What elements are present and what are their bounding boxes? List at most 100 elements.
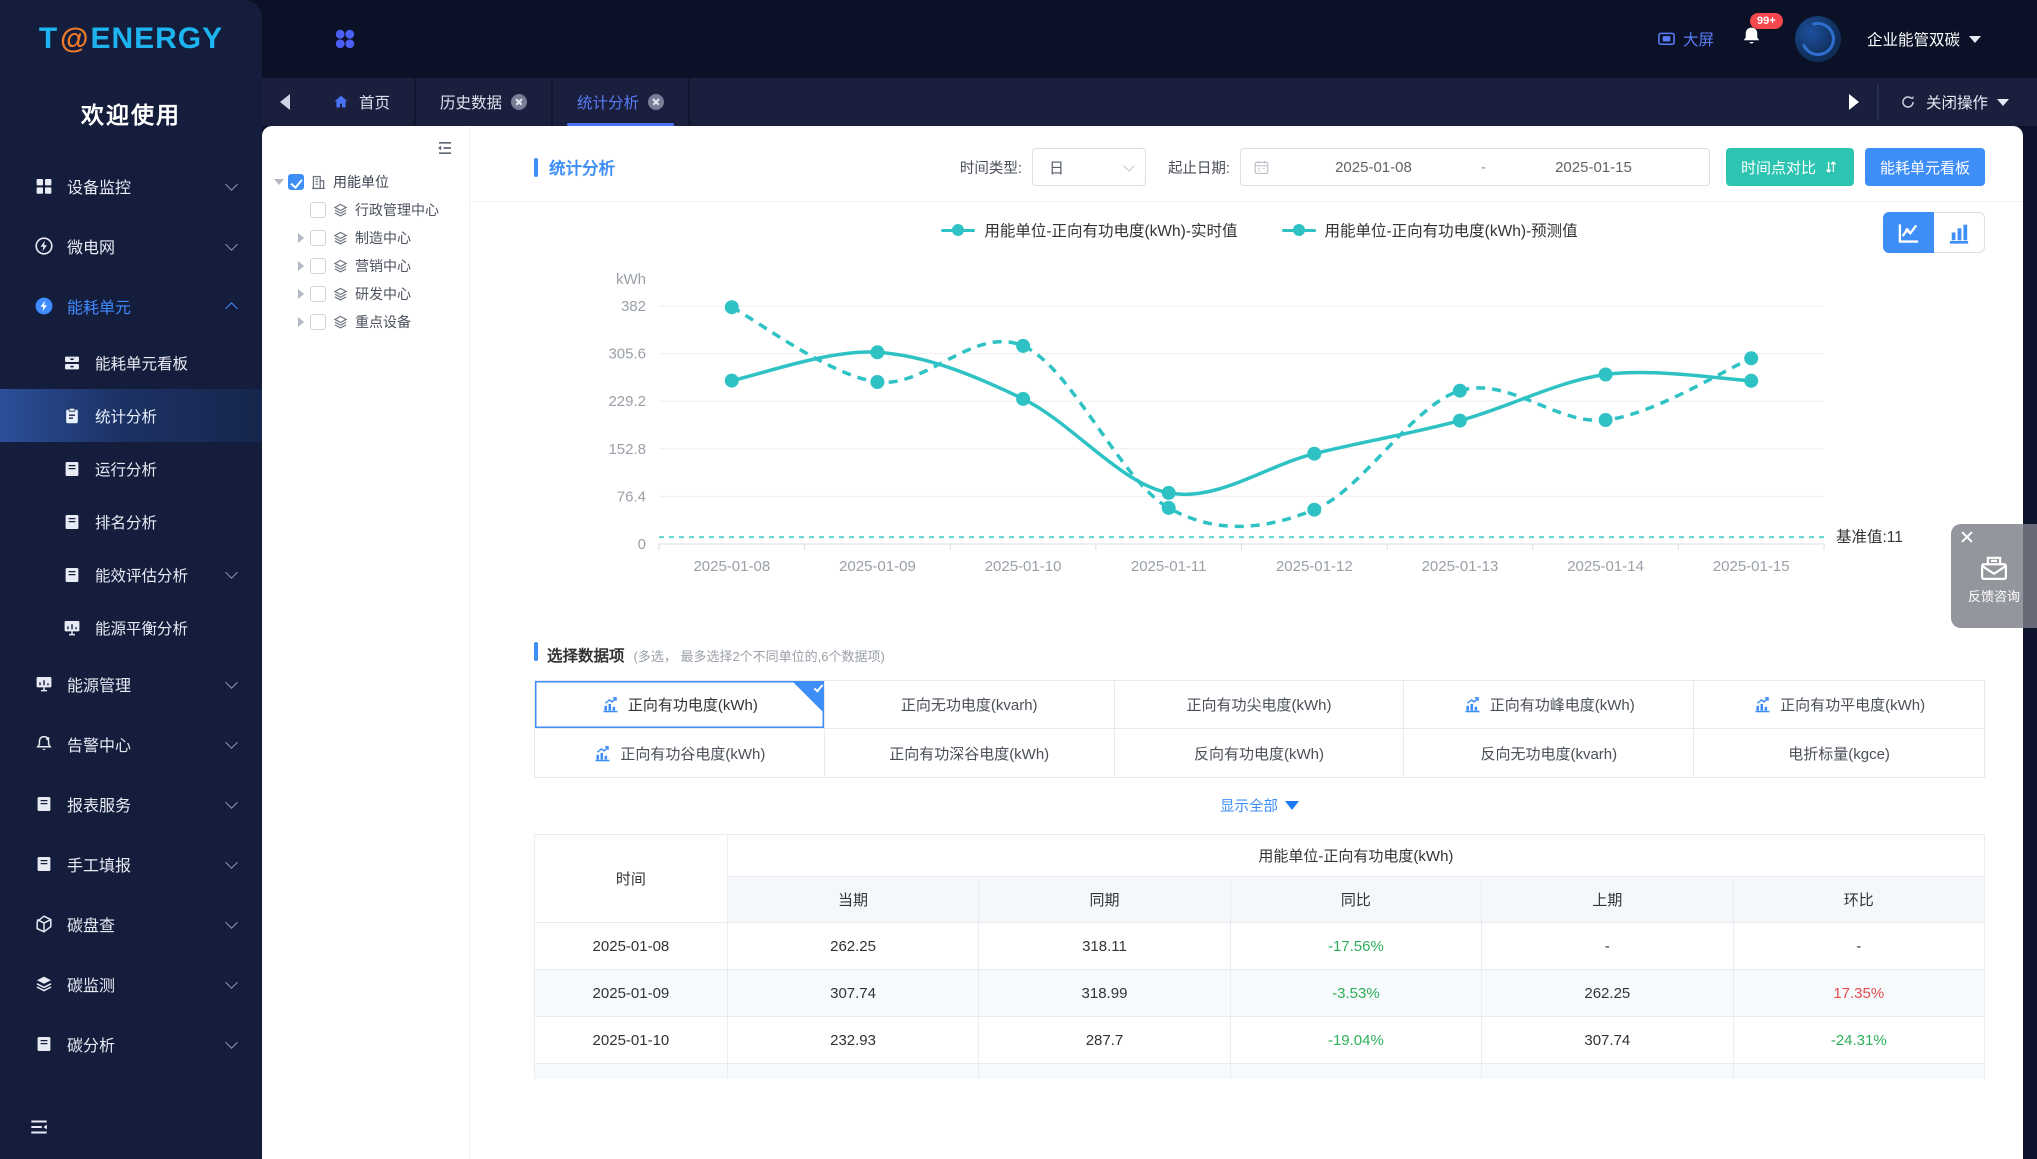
feedback-widget[interactable]: 反馈咨询 xyxy=(1951,524,2037,628)
tree-item-4[interactable]: 重点设备 xyxy=(276,308,463,336)
sidebar-item-7[interactable]: 能效评估分析 xyxy=(0,548,262,601)
collapse-panel-icon[interactable] xyxy=(435,138,455,158)
svg-text:76.4: 76.4 xyxy=(617,488,646,505)
chart-bars-icon xyxy=(593,744,612,763)
close-icon[interactable] xyxy=(1960,530,1974,544)
sidebar-item-10[interactable]: 告警中心 xyxy=(0,714,262,774)
data-item-9[interactable]: 电折标量(kgce) xyxy=(1694,729,1984,777)
chevron-down-icon xyxy=(225,735,238,749)
sidebar-item-label: 碳监测 xyxy=(67,978,116,995)
table-sub-header: 环比 xyxy=(1732,876,1985,923)
caret-icon[interactable] xyxy=(274,179,284,185)
sidebar-item-2[interactable]: 能耗单元 xyxy=(0,276,262,336)
svg-text:2025-01-15: 2025-01-15 xyxy=(1713,558,1790,575)
svg-text:kWh: kWh xyxy=(616,271,646,288)
statistics-table-wrap: 时间 用能单位-正向有功电度(kWh) 当期 同期 同比 上期 环比 2025-01-08 26… xyxy=(534,834,1985,1079)
sidebar-item-9[interactable]: 能源管理 xyxy=(0,654,262,714)
data-item-0[interactable]: 正向有功电度(kWh) xyxy=(535,681,825,729)
refresh-icon xyxy=(1899,93,1917,111)
tab-close-icon[interactable] xyxy=(511,94,528,110)
line-chart-toggle-button[interactable] xyxy=(1883,212,1934,253)
sidebar-item-3[interactable]: 能耗单元看板 xyxy=(0,336,262,389)
show-all-toggle[interactable]: 显示全部 xyxy=(534,795,1985,816)
svg-text:2025-01-14: 2025-01-14 xyxy=(1567,558,1644,575)
time-type-select[interactable]: 日 xyxy=(1031,148,1146,186)
tree-layers-icon xyxy=(332,202,349,219)
energy-unit-board-button[interactable]: 能耗单元看板 xyxy=(1864,148,1985,186)
tree-item-0[interactable]: 行政管理中心 xyxy=(276,196,463,224)
data-item-7[interactable]: 反向有功电度(kWh) xyxy=(1114,729,1405,777)
sidebar-item-label: 运行分析 xyxy=(95,461,158,479)
sidebar-item-11[interactable]: 报表服务 xyxy=(0,774,262,834)
checkbox[interactable] xyxy=(310,258,326,274)
sidebar-item-6[interactable]: 排名分析 xyxy=(0,495,262,548)
sidebar-item-13[interactable]: 碳盘查 xyxy=(0,894,262,954)
table-sub-header: 上期 xyxy=(1481,876,1734,923)
big-screen-button[interactable]: 大屏 xyxy=(1657,28,1714,50)
svg-text:2025-01-12: 2025-01-12 xyxy=(1276,558,1353,575)
tree-item-2[interactable]: 营销中心 xyxy=(276,252,463,280)
table-sub-header: 同比 xyxy=(1229,876,1483,923)
data-item-1[interactable]: 正向无功电度(kvarh) xyxy=(824,681,1115,729)
sidebar-item-12[interactable]: 手工填报 xyxy=(0,834,262,894)
sidebar-item-8[interactable]: 能源平衡分析 xyxy=(0,601,262,654)
date-end-value[interactable]: 2025-01-15 xyxy=(1490,159,1697,176)
sidebar-item-1[interactable]: 微电网 xyxy=(0,216,262,276)
page-title: 统计分析 xyxy=(534,155,615,179)
sidebar-item-15[interactable]: 碳分析 xyxy=(0,1014,262,1074)
svg-text:305.6: 305.6 xyxy=(608,346,646,363)
sidebar-item-label: 手工填报 xyxy=(67,858,132,875)
triangle-down-icon xyxy=(1285,801,1299,810)
close-operations-dropdown[interactable]: 关闭操作 xyxy=(1879,78,2037,126)
data-item-6[interactable]: 正向有功深谷电度(kWh) xyxy=(824,729,1115,777)
checkbox-checked[interactable] xyxy=(288,174,304,190)
table-sub-header: 当期 xyxy=(726,876,980,923)
tab-1[interactable]: 统计分析 xyxy=(553,78,691,126)
chart-bars-icon xyxy=(1753,695,1772,714)
bar-chart-toggle-button[interactable] xyxy=(1934,212,1985,253)
tree-item-1[interactable]: 制造中心 xyxy=(276,224,463,252)
sidebar-item-4[interactable]: 统计分析 xyxy=(0,389,262,442)
data-item-4[interactable]: 正向有功平电度(kWh) xyxy=(1694,681,1984,729)
checkbox[interactable] xyxy=(310,202,326,218)
legend-item-1[interactable]: 用能单位-正向有功电度(kWh)-预测值 xyxy=(1281,219,1578,241)
tab-0[interactable]: 历史数据 xyxy=(416,78,554,126)
date-range-picker[interactable]: 2025-01-08 - 2025-01-15 xyxy=(1239,148,1710,186)
notification-button[interactable]: 99+ xyxy=(1740,13,1783,53)
sidebar-item-5[interactable]: 运行分析 xyxy=(0,442,262,495)
caret-icon xyxy=(298,205,304,215)
tab-home[interactable]: 首页 xyxy=(308,78,417,126)
data-item-5[interactable]: 正向有功谷电度(kWh) xyxy=(535,729,825,777)
page-scrollbar[interactable] xyxy=(2023,126,2037,1159)
main-column: 大屏 99+ 企业能管双碳 首页 历史数据 统计分析 关闭操作 用能单位 行政管… xyxy=(262,0,2037,1159)
legend-item-0[interactable]: 用能单位-正向有功电度(kWh)-实时值 xyxy=(941,219,1238,241)
tabs-forward-button[interactable] xyxy=(1831,78,1877,126)
org-dropdown[interactable]: 企业能管双碳 xyxy=(1867,28,1981,50)
date-start-value[interactable]: 2025-01-08 xyxy=(1270,159,1477,176)
tabs-back-button[interactable] xyxy=(262,78,308,126)
time-point-compare-button[interactable]: 时间点对比 xyxy=(1725,148,1854,186)
avatar[interactable] xyxy=(1794,16,1841,62)
cube-icon xyxy=(34,914,54,934)
toolbar: 统计分析 时间类型: 日 起止日期: 2025-01-08 - 2025-01-… xyxy=(534,146,1985,188)
caret-icon[interactable] xyxy=(298,317,304,327)
tab-close-icon[interactable] xyxy=(648,94,665,110)
caret-icon[interactable] xyxy=(298,289,304,299)
apps-grid-icon[interactable] xyxy=(332,26,358,52)
data-item-3[interactable]: 正向有功峰电度(kWh) xyxy=(1404,681,1695,729)
unit-tree-panel: 用能单位 行政管理中心 制造中心 营销中心 研发中心 重点设备 xyxy=(262,126,470,1159)
tree-root-row[interactable]: 用能单位 xyxy=(274,168,463,196)
caret-icon[interactable] xyxy=(298,233,304,243)
checkbox[interactable] xyxy=(310,314,326,330)
logo-text-rest: ENERGY xyxy=(90,22,224,55)
data-item-8[interactable]: 反向无功电度(kvarh) xyxy=(1404,729,1695,777)
collapse-sidebar-icon[interactable] xyxy=(28,1116,50,1138)
sidebar-item-0[interactable]: 设备监控 xyxy=(0,156,262,216)
checkbox[interactable] xyxy=(310,286,326,302)
checkbox[interactable] xyxy=(310,230,326,246)
tree-item-3[interactable]: 研发中心 xyxy=(276,280,463,308)
sidebar-item-label: 能源平衡分析 xyxy=(95,620,189,638)
caret-icon[interactable] xyxy=(298,261,304,271)
sidebar-item-14[interactable]: 碳监测 xyxy=(0,954,262,1014)
data-item-2[interactable]: 正向有功尖电度(kWh) xyxy=(1114,681,1405,729)
